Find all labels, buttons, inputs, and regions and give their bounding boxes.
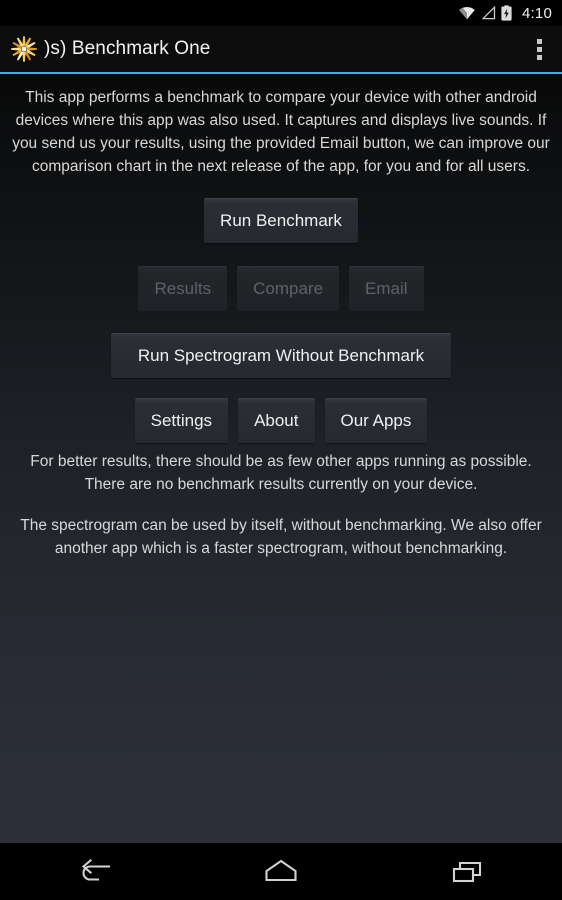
- status-bar-clock: 4:10: [522, 4, 552, 22]
- compare-button[interactable]: Compare: [237, 266, 340, 311]
- secondary-button-row: Results Compare Email: [10, 266, 552, 311]
- overflow-menu-icon[interactable]: [522, 26, 556, 72]
- email-button[interactable]: Email: [349, 266, 424, 311]
- settings-button[interactable]: Settings: [134, 398, 229, 443]
- intro-paragraph: This app performs a benchmark to compare…: [12, 89, 550, 175]
- status-bar: 4:10: [0, 0, 562, 26]
- run-spectrogram-button[interactable]: Run Spectrogram Without Benchmark: [111, 333, 451, 378]
- run-benchmark-row: Run Benchmark: [10, 198, 552, 243]
- cell-signal-icon: [481, 6, 496, 20]
- about-button[interactable]: About: [238, 398, 315, 443]
- spectrogram-row: Run Spectrogram Without Benchmark: [10, 333, 552, 378]
- app-title: )s) Benchmark One: [44, 38, 211, 59]
- nav-back-button[interactable]: [39, 844, 149, 900]
- tool-button-row: Settings About Our Apps: [10, 398, 552, 443]
- wifi-icon: [459, 6, 475, 20]
- results-button[interactable]: Results: [138, 266, 228, 311]
- main-content: This app performs a benchmark to compare…: [0, 74, 562, 843]
- status-bar-icons: 4:10: [458, 5, 552, 21]
- spectrogram-note: The spectrogram can be used by itself, w…: [20, 517, 542, 557]
- results-note-line-2: There are no benchmark results currently…: [84, 476, 478, 493]
- starburst-app-icon: [8, 33, 40, 65]
- nav-recents-button[interactable]: [413, 844, 523, 900]
- action-bar: )s) Benchmark One: [0, 26, 562, 72]
- results-note-line-1: For better results, there should be as f…: [30, 453, 532, 470]
- battery-charging-icon: [501, 5, 512, 21]
- android-screen: 4:10)s) Benchmark One This app performs…: [0, 0, 562, 900]
- nav-home-button[interactable]: [226, 844, 336, 900]
- run-benchmark-button[interactable]: Run Benchmark: [204, 198, 358, 243]
- our-apps-button[interactable]: Our Apps: [324, 398, 428, 443]
- system-navigation-bar: [0, 843, 562, 900]
